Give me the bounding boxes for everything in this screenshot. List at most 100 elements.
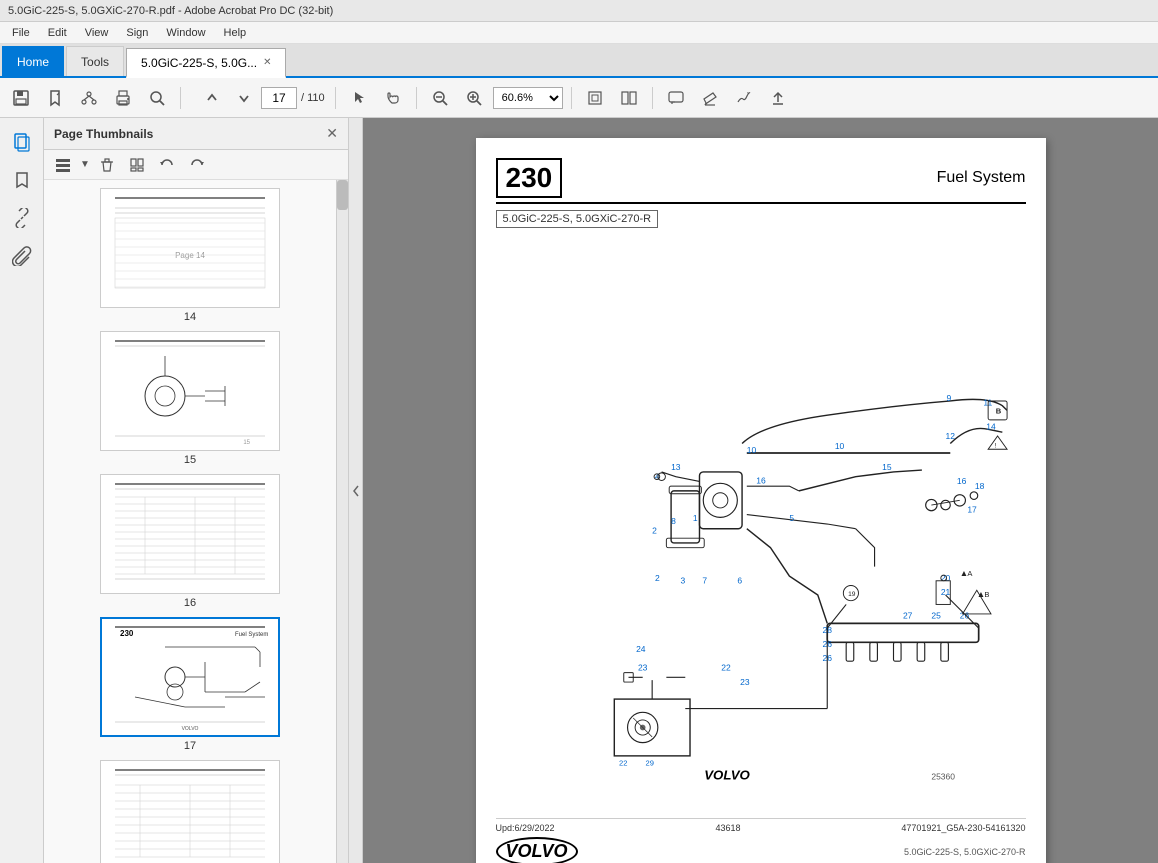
links-panel-button[interactable]	[6, 202, 38, 234]
zoom-in-button[interactable]	[459, 84, 489, 112]
thumbnails-scroll-area[interactable]: Page 14 14	[44, 180, 336, 863]
page-up-button[interactable]	[197, 84, 227, 112]
svg-text:2: 2	[655, 573, 660, 583]
svg-text:18: 18	[974, 481, 984, 491]
edit-pages-button[interactable]	[124, 154, 150, 176]
svg-text:2: 2	[652, 525, 657, 535]
thumbnail-scrollbar[interactable]	[336, 180, 348, 863]
redo-button[interactable]	[184, 154, 210, 176]
pdf-viewing-area[interactable]: 230 Fuel System 5.0GiC-225-S, 5.0GXiC-27…	[363, 118, 1158, 863]
highlight-button[interactable]	[695, 84, 725, 112]
menu-file[interactable]: File	[4, 25, 38, 41]
svg-text:3: 3	[680, 576, 685, 586]
comment-button[interactable]	[661, 84, 691, 112]
find-button[interactable]	[142, 84, 172, 112]
tab-tools[interactable]: Tools	[66, 46, 124, 76]
svg-text:16: 16	[956, 476, 966, 486]
thumbnail-16[interactable]: 16	[52, 474, 328, 609]
thumb-label-17: 17	[184, 740, 196, 752]
page-number-input[interactable]: 17	[261, 87, 297, 109]
bookmarks-panel-button[interactable]	[6, 164, 38, 196]
page-separator: / 110	[299, 92, 327, 104]
svg-text:5: 5	[789, 513, 794, 523]
pdf-footer-num2: 47701921_G5A-230-54161320	[901, 823, 1025, 833]
menu-help[interactable]: Help	[216, 25, 255, 41]
tab-close-icon[interactable]: ✕	[263, 57, 271, 68]
thumb-image-17: 230 Fuel System	[100, 617, 280, 737]
print-button[interactable]	[108, 84, 138, 112]
pdf-page-number: 230	[496, 158, 563, 198]
dropdown-arrow[interactable]: ▼	[80, 159, 90, 170]
svg-text:6: 6	[737, 576, 742, 586]
thumbnail-17[interactable]: 230 Fuel System	[52, 617, 328, 752]
thumb-image-14: Page 14	[100, 188, 280, 308]
delete-page-button[interactable]	[94, 154, 120, 176]
svg-text:25: 25	[931, 611, 941, 621]
svg-text:19: 19	[848, 591, 856, 598]
tab-document-label: 5.0GiC-225-S, 5.0G...	[141, 56, 257, 70]
svg-text:VOLVO: VOLVO	[182, 726, 199, 732]
bookmark-add-button[interactable]	[40, 84, 70, 112]
svg-text:10: 10	[746, 445, 756, 455]
volvo-logo: VOLVO	[496, 837, 578, 863]
scrollbar-thumb[interactable]	[337, 180, 348, 210]
hand-tool-button[interactable]	[378, 84, 408, 112]
svg-text:Page 14: Page 14	[175, 251, 205, 260]
sidebar-icons	[0, 118, 44, 863]
svg-text:VOLVO: VOLVO	[704, 768, 750, 783]
menu-bar: File Edit View Sign Window Help	[0, 22, 1158, 44]
share-button[interactable]	[74, 84, 104, 112]
tab-document[interactable]: 5.0GiC-225-S, 5.0G... ✕	[126, 48, 286, 78]
main-content: Page Thumbnails ✕ ▼	[0, 118, 1158, 863]
nav-group: 17 / 110	[197, 84, 327, 112]
svg-text:8: 8	[671, 516, 676, 526]
thumbnail-15[interactable]: 15 15	[52, 331, 328, 466]
thumb-label-16: 16	[184, 597, 196, 609]
svg-text:27: 27	[902, 611, 912, 621]
zoom-select[interactable]: 60.6% 50% 75% 100% 125% 150% Fit Page Fi…	[493, 87, 563, 109]
list-view-button[interactable]	[50, 154, 76, 176]
svg-text:14: 14	[986, 421, 996, 431]
menu-view[interactable]: View	[77, 25, 117, 41]
thumbnail-14[interactable]: Page 14 14	[52, 188, 328, 323]
pages-panel-button[interactable]	[6, 126, 38, 158]
signature-button[interactable]	[729, 84, 759, 112]
save-button[interactable]	[6, 84, 36, 112]
svg-text:!: !	[994, 442, 996, 449]
thumb-label-14: 14	[184, 311, 196, 323]
svg-text:Fuel System: Fuel System	[235, 632, 268, 638]
svg-text:16: 16	[756, 475, 766, 485]
panel-title: Page Thumbnails	[54, 127, 153, 141]
panel-collapse-handle[interactable]	[349, 118, 363, 863]
svg-text:B: B	[995, 406, 1001, 415]
attachments-panel-button[interactable]	[6, 240, 38, 272]
thumbnails-panel: Page Thumbnails ✕ ▼	[44, 118, 349, 863]
page-down-button[interactable]	[229, 84, 259, 112]
toolbar-separator-2	[335, 87, 336, 109]
toolbar-separator-1	[180, 87, 181, 109]
tab-home[interactable]: Home	[2, 46, 64, 76]
toolbar: 17 / 110 60.6% 50% 75% 100% 125% 150% Fi…	[0, 78, 1158, 118]
svg-text:23: 23	[637, 663, 647, 673]
tab-home-label: Home	[17, 55, 49, 69]
pdf-page-header: 230 Fuel System	[496, 158, 1026, 204]
svg-text:26: 26	[959, 611, 969, 621]
thumbnail-18[interactable]: 18	[52, 760, 328, 863]
menu-window[interactable]: Window	[158, 25, 213, 41]
export-button[interactable]	[763, 84, 793, 112]
menu-sign[interactable]: Sign	[118, 25, 156, 41]
zoom-out-button[interactable]	[425, 84, 455, 112]
cursor-tool-button[interactable]	[344, 84, 374, 112]
pdf-page: 230 Fuel System 5.0GiC-225-S, 5.0GXiC-27…	[476, 138, 1046, 863]
svg-text:10: 10	[834, 441, 844, 451]
page-display-button[interactable]	[614, 84, 644, 112]
thumb-image-15: 15	[100, 331, 280, 451]
window-title: 5.0GiC-225-S, 5.0GXiC-270-R.pdf - Adobe …	[8, 5, 333, 17]
undo-button[interactable]	[154, 154, 180, 176]
panel-close-button[interactable]: ✕	[326, 125, 338, 142]
menu-edit[interactable]: Edit	[40, 25, 75, 41]
fit-page-button[interactable]	[580, 84, 610, 112]
toolbar-separator-4	[571, 87, 572, 109]
svg-text:15: 15	[243, 440, 250, 446]
toolbar-separator-5	[652, 87, 653, 109]
